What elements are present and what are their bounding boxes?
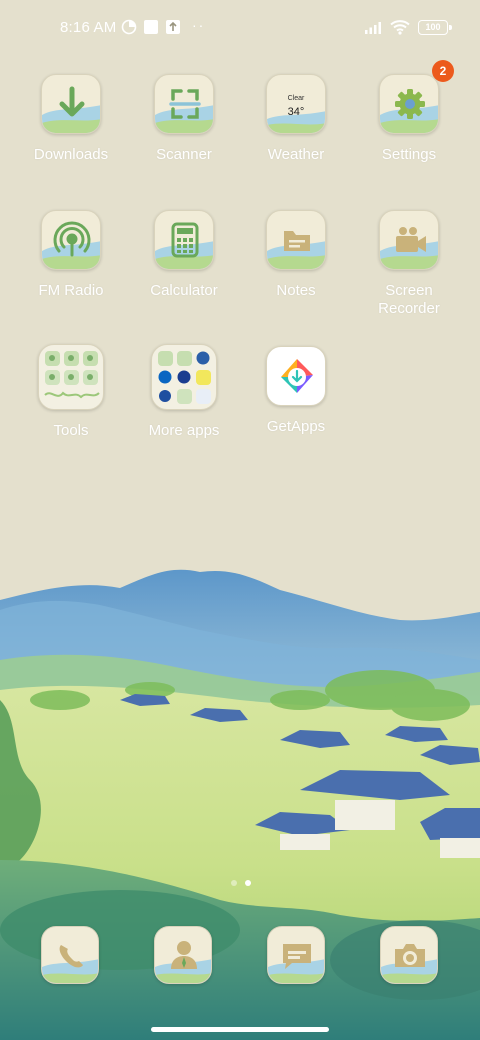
app-settings[interactable]: Settings: [353, 74, 465, 164]
app-calculator[interactable]: Calculator: [128, 210, 240, 300]
status-bar: 8:16 AM ·· 100: [0, 0, 480, 56]
phone-icon: [41, 926, 99, 984]
scanner-icon: [154, 74, 214, 134]
folder-label: Tools: [53, 422, 89, 439]
home-gesture-bar[interactable]: [151, 1027, 329, 1032]
dock-phone[interactable]: [40, 926, 100, 986]
app-notes[interactable]: Notes: [240, 210, 352, 300]
weather-icon: Clear 34°: [266, 74, 326, 134]
app-label: Calculator: [150, 282, 218, 299]
weather-temperature: 34°: [287, 106, 305, 118]
dock-contacts[interactable]: [153, 926, 213, 986]
wifi-icon: [390, 20, 410, 35]
app-label: Scanner: [156, 146, 212, 163]
contacts-icon: [154, 926, 212, 984]
page-indicator-2[interactable]: [245, 880, 251, 886]
radio-icon: [41, 210, 101, 270]
upload-icon: [166, 20, 180, 34]
app-scanner[interactable]: Scanner: [128, 74, 240, 164]
folder-tools[interactable]: Tools: [15, 344, 127, 440]
dock-camera[interactable]: [379, 926, 439, 986]
signal-icon: [365, 22, 381, 34]
camera-icon: [380, 926, 438, 984]
more-notifications-icon: ··: [192, 17, 206, 33]
app-label: FM Radio: [38, 282, 104, 299]
video-camera-icon: [379, 210, 439, 270]
battery-level: 100: [425, 22, 441, 32]
battery-icon: 100: [418, 20, 452, 35]
app-label: Weather: [267, 146, 325, 163]
getapps-icon: [266, 346, 326, 406]
folder-more-apps[interactable]: More apps: [128, 344, 240, 440]
data-saver-icon: [121, 19, 137, 35]
app-weather[interactable]: Clear 34° Weather: [240, 74, 352, 164]
app-getapps[interactable]: GetApps: [240, 346, 352, 436]
notification-badge: 2: [432, 60, 454, 82]
app-label: Settings: [381, 146, 437, 163]
dock-messages[interactable]: [266, 926, 326, 986]
app-screen-recorder[interactable]: Screen Recorder: [353, 210, 465, 318]
folder-label: More apps: [148, 422, 220, 439]
app-label: GetApps: [266, 418, 326, 435]
notification-icon: [144, 20, 158, 34]
status-time: 8:16 AM: [60, 19, 117, 36]
gear-icon: [379, 74, 439, 134]
app-label: Downloads: [33, 146, 109, 163]
download-icon: [41, 74, 101, 134]
folder-icon: [151, 344, 217, 410]
app-downloads[interactable]: Downloads: [15, 74, 127, 164]
page-indicator-1[interactable]: [231, 880, 237, 886]
app-label: Screen Recorder: [378, 282, 440, 317]
app-fm-radio[interactable]: FM Radio: [15, 210, 127, 300]
weather-condition: Clear: [287, 95, 305, 102]
app-label: Notes: [276, 282, 316, 299]
folder-icon: [38, 344, 104, 410]
calculator-icon: [154, 210, 214, 270]
messages-icon: [267, 926, 325, 984]
notes-icon: [266, 210, 326, 270]
